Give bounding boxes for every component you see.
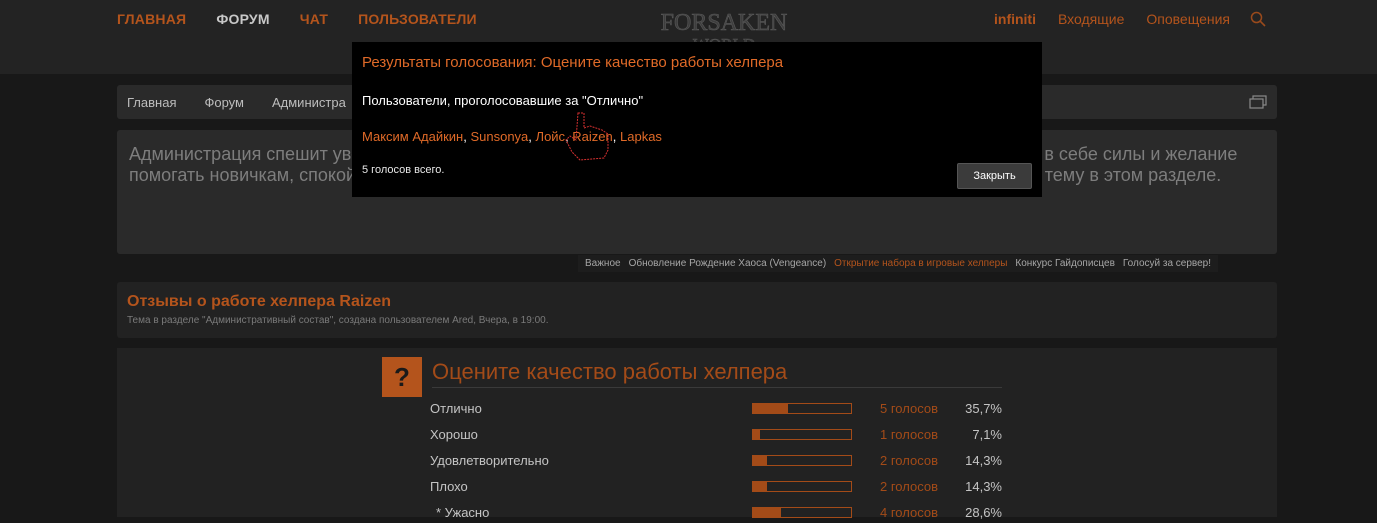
poll-option-bar <box>752 429 852 440</box>
poll-option-votes-link[interactable]: 2 голосов <box>880 479 938 494</box>
inbox-link[interactable]: Входящие <box>1058 11 1124 27</box>
voter-separator: , <box>612 129 620 144</box>
total-votes: 5 голосов всего. <box>362 164 445 176</box>
modal-subtitle: Пользователи, проголосовавшие за "Отличн… <box>362 93 644 108</box>
voter-link[interactable]: Максим Адайкин <box>362 129 463 144</box>
poll-question: Оцените качество работы хелпера <box>432 359 788 384</box>
poll-option: Плохо 2 голосов 14,3% <box>430 477 1005 497</box>
voter-link[interactable]: Sunsonya <box>470 129 528 144</box>
poll-option-label: Хорошо <box>430 427 478 442</box>
thread-meta: Тема в разделе "Административный состав"… <box>127 315 549 326</box>
poll-option-votes-link[interactable]: 4 голосов <box>880 505 938 520</box>
poll-option-label: Плохо <box>430 479 468 494</box>
hand-cursor-icon <box>565 112 609 161</box>
username-link[interactable]: infiniti <box>994 11 1036 27</box>
thread-title: Отзывы о работе хелпера Raizen <box>127 293 391 310</box>
notice-tab-vote[interactable]: Голосуй за сервер! <box>1119 258 1215 269</box>
window-restore-icon[interactable] <box>1249 95 1267 109</box>
poll-option-fill <box>753 508 782 517</box>
poll-option-votes-link[interactable]: 2 голосов <box>880 453 938 468</box>
poll-option-percent: 28,6% <box>965 505 1002 520</box>
poll-option-label: * Ужасно <box>436 505 490 520</box>
thread-header: Отзывы о работе хелпера Raizen Тема в ра… <box>117 282 1277 338</box>
poll-option-fill <box>753 482 767 491</box>
poll-option-percent: 7,1% <box>972 427 1002 442</box>
modal-title: Результаты голосования: Оцените качество… <box>362 54 784 71</box>
vote-results-modal: Результаты голосования: Оцените качество… <box>352 42 1042 197</box>
question-icon: ? <box>382 357 422 397</box>
nav-item-chat[interactable]: ЧАТ <box>300 11 328 27</box>
user-nav: infiniti Входящие Оповещения <box>994 11 1266 27</box>
poll-option-votes-link[interactable]: 1 голосов <box>880 427 938 442</box>
poll-option-bar <box>752 403 852 414</box>
poll-option-percent: 14,3% <box>965 479 1002 494</box>
notice-tab-update[interactable]: Обновление Рождение Хаоса (Vengeance) <box>625 258 831 269</box>
voter-separator: , <box>528 129 536 144</box>
poll-option: * Ужасно 4 голосов 28,6% <box>430 503 1005 523</box>
nav-item-forum[interactable]: ФОРУМ <box>216 11 269 27</box>
poll-option: Удовлетворительно 2 голосов 14,3% <box>430 451 1005 471</box>
notice-tabs: Важное Обновление Рождение Хаоса (Vengea… <box>578 255 1219 272</box>
poll-divider <box>432 387 1002 388</box>
search-icon[interactable] <box>1250 11 1266 27</box>
alerts-link[interactable]: Оповещения <box>1146 11 1230 27</box>
close-button[interactable]: Закрыть <box>957 163 1032 189</box>
main-nav: ГЛАВНАЯ ФОРУМ ЧАТ ПОЛЬЗОВАТЕЛИ <box>117 11 477 27</box>
voter-link[interactable]: Лойс <box>536 129 566 144</box>
poll-option-percent: 14,3% <box>965 453 1002 468</box>
poll-option-fill <box>753 456 767 465</box>
voter-link[interactable]: Lapkas <box>620 129 662 144</box>
poll-option-bar <box>752 481 852 492</box>
notice-tab-important[interactable]: Важное <box>581 258 625 269</box>
nav-item-users[interactable]: ПОЛЬЗОВАТЕЛИ <box>358 11 477 27</box>
poll-option-label: Отлично <box>430 401 482 416</box>
poll-option-bar <box>752 455 852 466</box>
breadcrumb-home[interactable]: Главная <box>127 95 176 110</box>
logo-line1: FORSAKEN <box>661 10 788 36</box>
poll-option-fill <box>753 430 760 439</box>
breadcrumb-admin[interactable]: Администра <box>272 95 346 110</box>
poll-option-label: Удовлетворительно <box>430 453 549 468</box>
notice-tab-helpers[interactable]: Открытие набора в игровые хелперы <box>830 258 1011 269</box>
poll-option: Хорошо 1 голосов 7,1% <box>430 425 1005 445</box>
poll-option: Отлично 5 голосов 35,7% <box>430 399 1005 419</box>
notice-tab-contest[interactable]: Конкурс Гайдописцев <box>1011 258 1119 269</box>
poll-option-percent: 35,7% <box>965 401 1002 416</box>
poll-option-fill <box>753 404 788 413</box>
poll-option-votes-link[interactable]: 5 голосов <box>880 401 938 416</box>
poll-option-bar <box>752 507 852 518</box>
breadcrumb-forum[interactable]: Форум <box>204 95 244 110</box>
voter-list: Максим Адайкин, Sunsonya, Лойс, Raizen, … <box>362 129 662 144</box>
nav-item-home[interactable]: ГЛАВНАЯ <box>117 11 186 27</box>
